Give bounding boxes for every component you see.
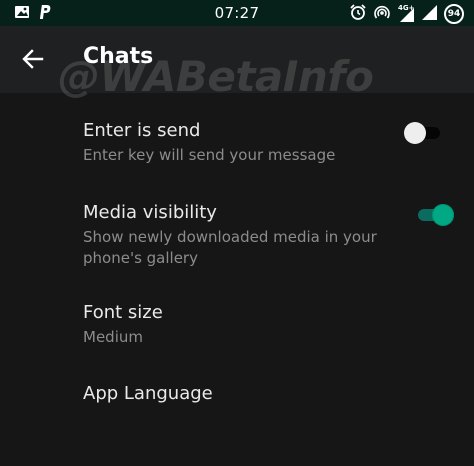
setting-media-visibility[interactable]: Media visibility Show newly downloaded m… — [0, 185, 474, 293]
toggle-thumb — [432, 204, 454, 226]
page-title: Chats — [83, 44, 154, 69]
setting-summary: Enter key will send your message — [83, 146, 336, 164]
setting-summary: Medium — [83, 328, 143, 346]
setting-title: Media visibility — [83, 202, 217, 223]
setting-app-language[interactable]: App Language — [0, 373, 474, 433]
setting-summary: Show newly downloaded media in your phon… — [83, 228, 377, 267]
media-visibility-toggle[interactable] — [414, 204, 454, 226]
back-button[interactable] — [20, 46, 46, 72]
alarm-icon — [349, 3, 367, 25]
status-bar-right: 4G+ 94 — [349, 3, 464, 25]
signal-4g-icon: 4G+ — [397, 4, 415, 23]
toolbar: @WABetaInfo Chats — [0, 26, 474, 101]
setting-title: Enter is send — [83, 120, 201, 141]
battery-indicator: 94 — [444, 4, 464, 24]
setting-title: Font size — [83, 302, 163, 323]
signal-icon — [420, 3, 438, 25]
status-bar: 07:27 4G+ 94 — [0, 0, 474, 26]
setting-enter-is-send[interactable]: Enter is send Enter key will send your m… — [0, 93, 474, 185]
enter-is-send-toggle[interactable] — [404, 122, 444, 144]
arrow-left-icon — [22, 49, 44, 69]
setting-font-size[interactable]: Font size Medium — [0, 293, 474, 373]
setting-title: App Language — [83, 383, 213, 404]
toggle-thumb — [404, 122, 426, 144]
network-type: 4G+ — [398, 4, 415, 12]
hotspot-icon — [373, 3, 391, 25]
